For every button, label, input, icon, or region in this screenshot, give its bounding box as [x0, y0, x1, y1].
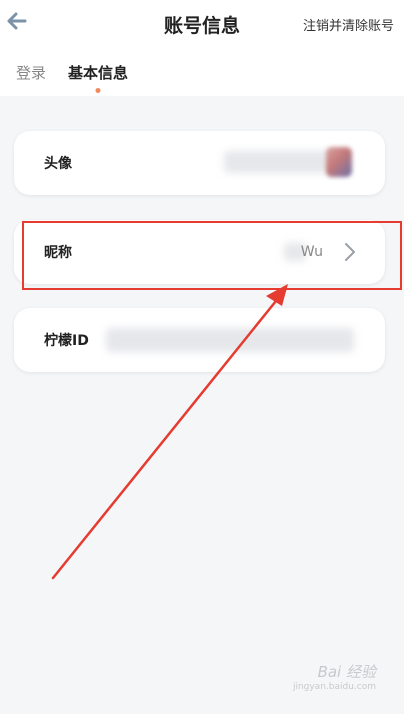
watermark-brand: Bai 经验 [317, 663, 376, 681]
watermark: Bai 经验 jingyan.baidu.com [293, 661, 376, 692]
watermark-url: jingyan.baidu.com [292, 682, 376, 692]
annotation-arrow [51, 284, 288, 580]
